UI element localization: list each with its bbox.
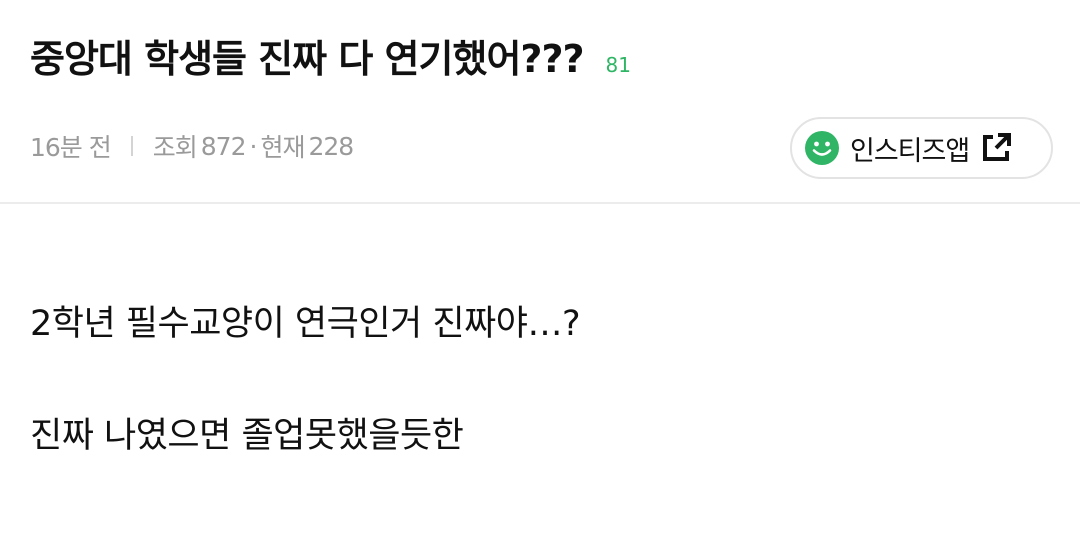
post-body: 2학년 필수교양이 연극인거 진짜야…? 진짜 나였으면 졸업못했을듯한: [30, 298, 1050, 462]
meta-divider: [130, 136, 133, 156]
post-header: 중앙대 학생들 진짜 다 연기했어??? 81 16분 전 조회 872 · 현…: [0, 0, 1080, 204]
post-title: 중앙대 학생들 진짜 다 연기했어???: [30, 37, 585, 81]
title-row: 중앙대 학생들 진짜 다 연기했어??? 81: [30, 28, 631, 83]
comment-count[interactable]: 81: [606, 53, 631, 77]
smile-icon: [805, 131, 839, 165]
meta-dot: ·: [249, 131, 258, 161]
views-label: 조회: [152, 133, 198, 162]
body-paragraph: 진짜 나였으면 졸업못했을듯한: [30, 416, 464, 456]
body-paragraph: 2학년 필수교양이 연극인거 진짜야…?: [30, 304, 581, 344]
current-count: 228: [308, 131, 354, 161]
external-link-icon: [983, 133, 1012, 161]
post-meta: 16분 전 조회 872 · 현재 228: [30, 128, 354, 164]
time-ago: 16분 전: [30, 133, 112, 162]
views-count: 872: [200, 131, 247, 161]
open-app-label: 인스티즈앱: [850, 135, 970, 167]
open-app-button[interactable]: 인스티즈앱: [790, 117, 1053, 179]
current-label: 현재: [260, 133, 305, 162]
